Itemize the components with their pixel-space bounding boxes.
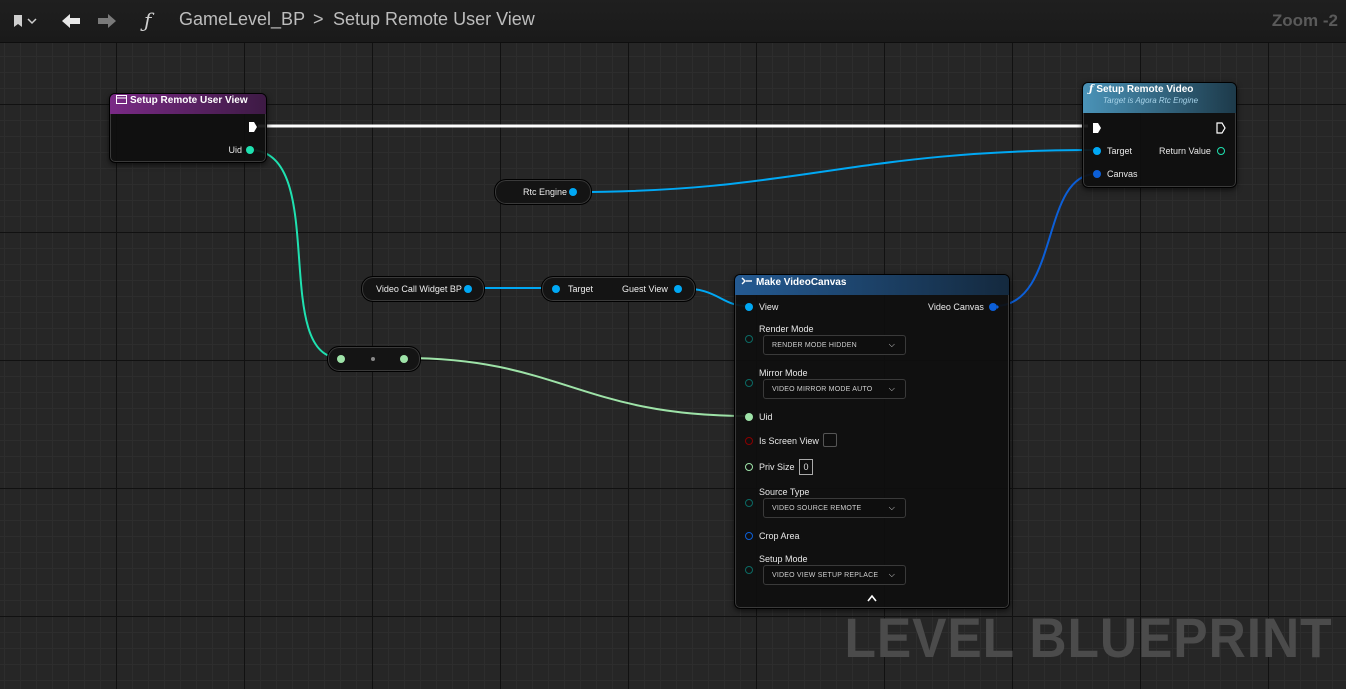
render-mode-dropdown[interactable]: RENDER MODE HIDDEN ⌵ <box>763 335 906 355</box>
setup-mode-input-pin[interactable] <box>745 566 753 574</box>
function-node-setup-remote-video[interactable]: ƒ Setup Remote Video Target is Agora Rtc … <box>1082 82 1237 188</box>
function-icon: ƒ <box>1089 84 1094 95</box>
graph-toolbar: ƒ GameLevel_BP > Setup Remote User View … <box>0 0 1346 43</box>
arrow-left-icon <box>62 14 80 28</box>
setup-mode-dropdown[interactable]: VIDEO VIEW SETUP REPLACE ⌵ <box>763 565 906 585</box>
breadcrumb-function[interactable]: Setup Remote User View <box>333 9 535 30</box>
view-pin-label: View <box>759 302 779 312</box>
view-input-pin[interactable] <box>745 303 753 311</box>
reroute-input-pin[interactable] <box>337 355 345 363</box>
setup-remote-video-subtitle: Target is Agora Rtc Engine <box>1103 96 1199 105</box>
video-call-widget-label: Video Call Widget BP <box>376 284 462 294</box>
video-call-widget-output-pin[interactable] <box>464 285 472 293</box>
arrow-right-icon <box>98 14 116 28</box>
breadcrumb-separator-icon: > <box>313 9 324 29</box>
chevron-down-icon: ⌵ <box>888 340 895 349</box>
priv-size-label: Priv Size <box>759 462 795 472</box>
mirror-mode-value: VIDEO MIRROR MODE AUTO <box>772 386 873 393</box>
mirror-mode-input-pin[interactable] <box>745 379 753 387</box>
return-value-pin-label: Return Value <box>1159 146 1211 156</box>
uid-to-reroute-wire <box>249 149 341 359</box>
bookmark-dropdown-button[interactable] <box>6 8 44 34</box>
chevron-down-icon: ⌵ <box>888 384 895 393</box>
guest-view-output-label: Guest View <box>622 284 668 294</box>
uid-pin-label: Uid <box>228 145 242 155</box>
target-input-pin[interactable] <box>552 285 560 293</box>
chevron-down-icon: ⌵ <box>888 503 895 512</box>
event-node-setup-remote-user-view[interactable]: Setup Remote User View Uid <box>109 93 267 163</box>
target-pin-label: Target <box>1107 146 1133 156</box>
collapse-advanced-icon[interactable] <box>867 594 877 602</box>
getter-node-guest-view[interactable]: Target Guest View <box>541 276 696 302</box>
is-screen-view-label: Is Screen View <box>759 436 819 446</box>
setup-remote-video-title: Setup Remote Video <box>1096 84 1194 95</box>
chevron-down-icon: ⌵ <box>888 570 895 579</box>
source-type-value: VIDEO SOURCE REMOTE <box>772 505 862 512</box>
rtc-engine-wire <box>573 149 1097 193</box>
source-type-dropdown[interactable]: VIDEO SOURCE REMOTE ⌵ <box>763 498 906 518</box>
target-input-pin[interactable] <box>1093 147 1101 155</box>
rtc-engine-output-pin[interactable] <box>569 188 577 196</box>
make-video-canvas-header: Make VideoCanvas <box>735 275 1009 295</box>
priv-size-input[interactable]: 0 <box>799 459 813 475</box>
render-mode-value: RENDER MODE HIDDEN <box>772 342 857 349</box>
reroute-grip-icon <box>371 357 375 361</box>
canvas-input-pin[interactable] <box>1093 170 1101 178</box>
forward-button[interactable] <box>92 8 124 34</box>
make-video-canvas-title: Make VideoCanvas <box>756 277 847 288</box>
crop-area-label: Crop Area <box>759 531 800 541</box>
exec-input-pin[interactable] <box>1092 122 1102 134</box>
reroute-to-uid-wire <box>403 357 749 417</box>
uid-output-pin[interactable] <box>246 146 254 154</box>
zoom-level: Zoom -2 <box>1271 11 1338 30</box>
rtc-engine-label: Rtc Engine <box>523 187 568 197</box>
function-entry-icon <box>116 95 127 104</box>
exec-output-pin[interactable] <box>1216 122 1226 134</box>
priv-size-input-pin[interactable] <box>745 463 753 471</box>
crop-area-input-pin[interactable] <box>745 532 753 540</box>
render-mode-label: Render Mode <box>759 324 814 334</box>
bookmark-icon <box>14 15 37 27</box>
make-struct-icon <box>741 277 752 285</box>
make-struct-node-video-canvas[interactable]: Make VideoCanvas View Video Canvas Rende… <box>734 274 1010 609</box>
uid-input-pin[interactable] <box>745 413 753 421</box>
setup-remote-video-header: ƒ Setup Remote Video Target is Agora Rtc … <box>1083 83 1236 113</box>
mirror-mode-label: Mirror Mode <box>759 368 808 378</box>
video-canvas-output-pin[interactable] <box>988 302 1000 312</box>
variable-node-video-call-widget[interactable]: Video Call Widget BP <box>361 276 485 302</box>
variable-node-rtc-engine[interactable]: Rtc Engine <box>494 179 592 205</box>
source-type-input-pin[interactable] <box>745 499 753 507</box>
event-node-title: Setup Remote User View <box>130 95 248 106</box>
is-screen-view-checkbox[interactable] <box>823 433 837 447</box>
event-node-header: Setup Remote User View <box>110 94 266 114</box>
back-button[interactable] <box>54 8 86 34</box>
exec-output-pin[interactable] <box>248 121 258 133</box>
uid-pin-label: Uid <box>759 412 773 422</box>
reroute-node[interactable] <box>327 346 421 372</box>
is-screen-view-input-pin[interactable] <box>745 437 753 445</box>
video-canvas-pin-label: Video Canvas <box>928 302 984 312</box>
level-blueprint-watermark: LEVEL BLUEPRINT <box>843 606 1332 669</box>
setup-mode-label: Setup Mode <box>759 554 808 564</box>
mirror-mode-dropdown[interactable]: VIDEO MIRROR MODE AUTO ⌵ <box>763 379 906 399</box>
setup-mode-value: VIDEO VIEW SETUP REPLACE <box>772 572 879 579</box>
video-canvas-wire <box>994 173 1097 307</box>
breadcrumb-graph[interactable]: GameLevel_BP <box>179 9 305 30</box>
source-type-label: Source Type <box>759 487 810 497</box>
function-icon: ƒ <box>144 8 152 32</box>
render-mode-input-pin[interactable] <box>745 335 753 343</box>
guest-view-output-pin[interactable] <box>674 285 682 293</box>
canvas-pin-label: Canvas <box>1107 169 1138 179</box>
guest-view-target-label: Target <box>568 284 594 294</box>
reroute-output-pin[interactable] <box>400 355 408 363</box>
return-value-output-pin[interactable] <box>1217 147 1225 155</box>
